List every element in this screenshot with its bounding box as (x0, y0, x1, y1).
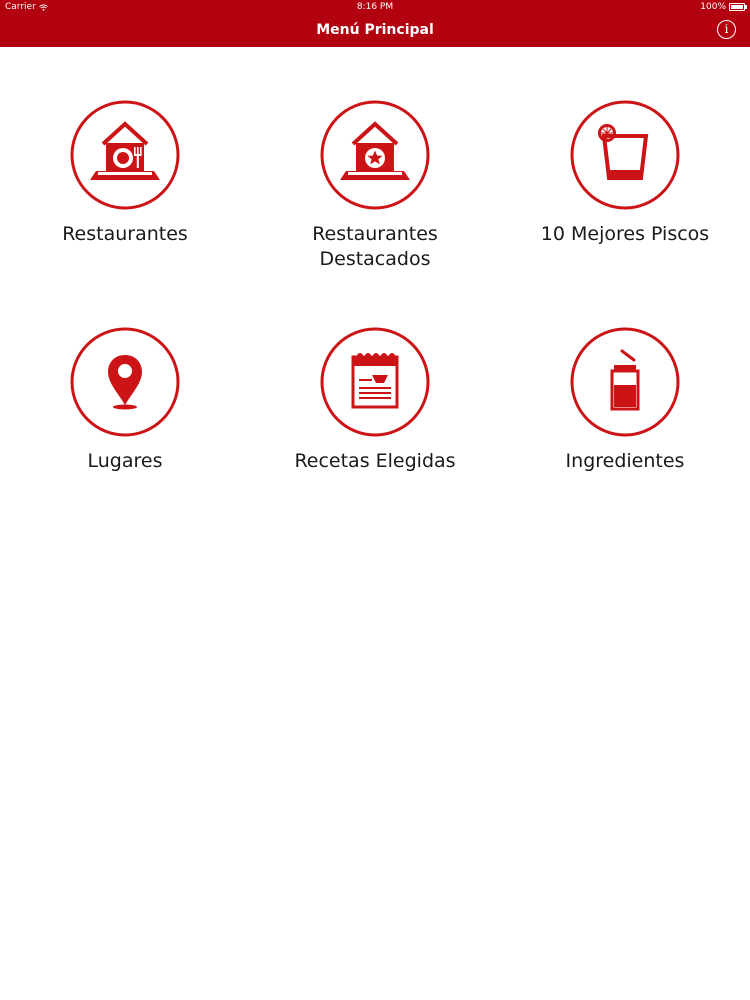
status-bar: Carrier 8:16 PM 100% (0, 0, 750, 14)
page-title: Menú Principal (316, 22, 434, 38)
menu-label-recetas-elegidas: Recetas Elegidas (294, 450, 456, 472)
menu-item-lugares[interactable]: Lugares (0, 327, 250, 474)
menu-item-mejores-piscos[interactable]: 10 Mejores Piscos (500, 100, 750, 247)
recipe-book-icon (320, 327, 430, 437)
menu-label-lugares: Lugares (87, 450, 163, 472)
pisco-glass-icon (570, 100, 680, 210)
menu-item-recetas-elegidas[interactable]: Recetas Elegidas (250, 327, 500, 474)
menu-label-restaurantes-destacados: Restaurantes Destacados (312, 223, 438, 270)
battery-percent: 100% (700, 2, 726, 12)
menu-label-mejores-piscos: 10 Mejores Piscos (540, 223, 710, 245)
menu-label-restaurantes: Restaurantes (62, 223, 188, 245)
featured-restaurant-icon (320, 100, 430, 210)
menu-item-restaurantes[interactable]: Restaurantes (0, 100, 250, 247)
status-time: 8:16 PM (356, 2, 394, 12)
location-pin-icon (70, 327, 180, 437)
menu-label-ingredientes: Ingredientes (565, 450, 685, 472)
info-button[interactable]: i (717, 20, 736, 39)
shaker-icon (570, 327, 680, 437)
battery-status: 100% (700, 0, 747, 14)
menu-item-restaurantes-destacados[interactable]: Restaurantes Destacados (250, 100, 500, 272)
menu-item-ingredientes[interactable]: Ingredientes (500, 327, 750, 474)
restaurant-icon (70, 100, 180, 210)
app-screen: Carrier 8:16 PM 100% Menú Principal i Re… (0, 0, 750, 1000)
battery-icon (729, 3, 747, 11)
navigation-bar: Menú Principal i (0, 14, 750, 47)
